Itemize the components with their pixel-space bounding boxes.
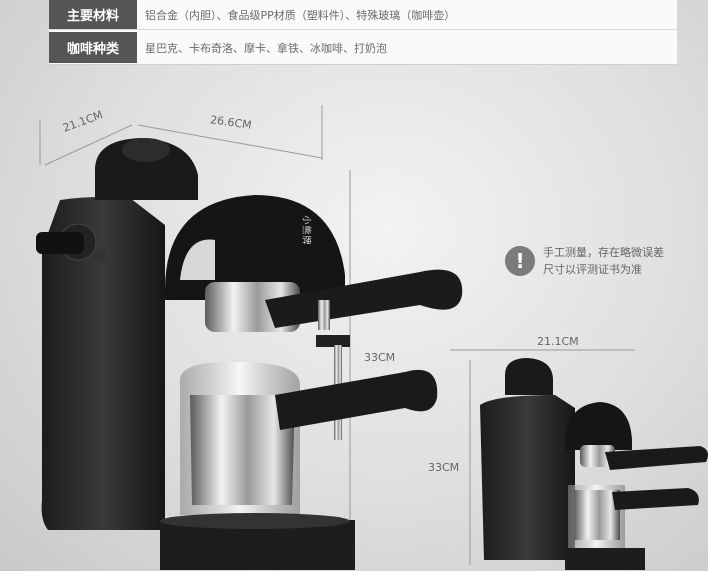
small-height-label: 33CM — [428, 461, 460, 474]
product-illustration — [36, 105, 708, 570]
note-line-2: 尺寸以评测证书为准 — [543, 263, 642, 276]
exclamation-icon: ! — [505, 246, 535, 276]
small-depth-label: 21.1CM — [537, 335, 579, 348]
coffee-machine-large — [36, 138, 463, 570]
note-line-1: 手工测量，存在略微误差 — [543, 246, 664, 259]
measurement-note: ! 手工测量，存在略微误差 尺寸以评测证书为准 — [505, 244, 664, 278]
coffee-machine-small — [480, 358, 708, 570]
brand-label: 小熊牌 — [300, 215, 311, 246]
height-label: 33CM — [364, 351, 396, 364]
